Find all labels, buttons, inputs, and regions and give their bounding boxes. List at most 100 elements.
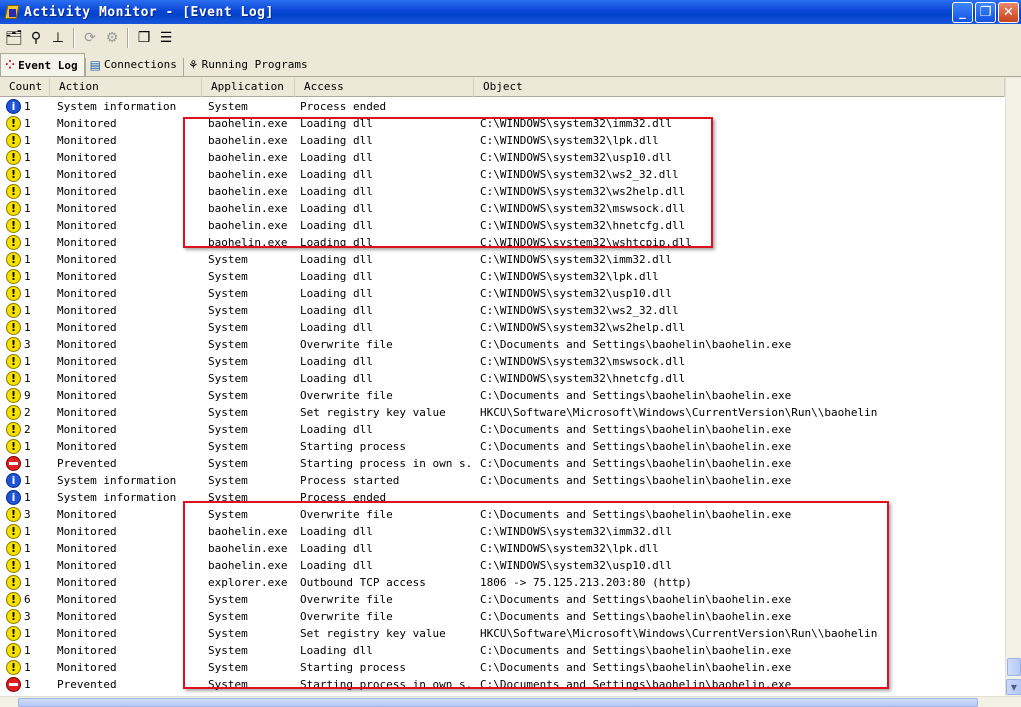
table-row[interactable]: ! 1 Monitored System Loading dll C:\WINDOWS\s… <box>0 285 1005 302</box>
cell-count: ! 1 <box>0 320 50 335</box>
column-header-count[interactable]: Count <box>0 78 50 97</box>
cell-action: Monitored <box>57 559 117 572</box>
count-value: 1 <box>24 100 31 113</box>
warning-icon: ! <box>6 643 21 658</box>
warning-icon: ! <box>6 405 21 420</box>
cell-object: C:\WINDOWS\system32\mswsock.dll <box>480 355 686 368</box>
tab-connections[interactable]: ▤ Connections <box>86 53 183 76</box>
cell-access: Process ended <box>300 100 387 113</box>
cell-action: Monitored <box>57 406 117 419</box>
minimize-button[interactable]: _ <box>952 2 973 23</box>
cell-application: System <box>208 440 248 453</box>
table-row[interactable]: ! 2 Monitored System Set registry key value H… <box>0 404 1005 421</box>
table-row[interactable]: ! 2 Monitored System Loading dll C:\Documents… <box>0 421 1005 438</box>
cell-count: ! 2 <box>0 405 50 420</box>
cell-count: ! 1 <box>0 524 50 539</box>
cell-access: Starting process <box>300 440 406 453</box>
cell-object: C:\Documents and Settings\baohelin\baohe… <box>480 338 792 351</box>
warning-icon: ! <box>6 558 21 573</box>
settings-icon[interactable]: ⚙ <box>101 27 123 49</box>
cell-access: Loading dll <box>300 321 373 334</box>
title-bar[interactable]: Activity Monitor - [Event Log] _ ❐ ✕ <box>0 0 1021 24</box>
count-value: 1 <box>24 287 31 300</box>
cell-access: Process started <box>300 474 400 487</box>
vertical-scrollbar[interactable]: ▼ <box>1005 78 1021 696</box>
cell-object: C:\WINDOWS\system32\hnetcfg.dll <box>480 372 686 385</box>
cell-object: C:\WINDOWS\system32\ws2help.dll <box>480 321 686 334</box>
maximize-button[interactable]: ❐ <box>975 2 996 23</box>
cell-count: ! 1 <box>0 626 50 641</box>
cell-count: ! 1 <box>0 303 50 318</box>
table-row[interactable]: i 1 System information System Process starte… <box>0 472 1005 489</box>
table-row[interactable]: 1 Prevented System Starting process in own … <box>0 455 1005 472</box>
activity-monitor-app-icon[interactable] <box>4 4 20 20</box>
tab-label: Connections <box>104 58 177 71</box>
cell-application: System <box>208 389 248 402</box>
cell-count: i1 <box>0 473 50 488</box>
cell-action: Monitored <box>57 423 117 436</box>
cell-action: Monitored <box>57 202 117 215</box>
close-button[interactable]: ✕ <box>998 2 1019 23</box>
cell-action: Monitored <box>57 304 117 317</box>
warning-icon: ! <box>6 201 21 216</box>
tab-event-log[interactable]: ⁘ Event Log <box>0 53 85 76</box>
properties-icon[interactable]: 🗂 <box>3 27 25 49</box>
cell-action: Monitored <box>57 321 117 334</box>
event-log-list[interactable]: Count Action Application Access Object i… <box>0 78 1005 696</box>
cell-count: ! 1 <box>0 116 50 131</box>
count-value: 1 <box>24 627 31 640</box>
column-header-application[interactable]: Application <box>202 78 295 97</box>
cell-count: ! 1 <box>0 252 50 267</box>
window-title: Activity Monitor - [Event Log] <box>24 4 274 20</box>
count-value: 3 <box>24 338 31 351</box>
tab-running-programs[interactable]: ⚘ Running Programs <box>184 53 314 76</box>
filter-icon[interactable]: ⊥ <box>47 27 69 49</box>
cascade-icon[interactable]: ❒ <box>133 27 155 49</box>
cell-access: Starting process in own s... <box>300 457 474 470</box>
table-row[interactable]: ! 1 Monitored System Loading dll C:\WINDOWS\s… <box>0 353 1005 370</box>
horizontal-scroll-thumb[interactable] <box>18 698 978 707</box>
cell-action: Monitored <box>57 117 117 130</box>
column-header-object[interactable]: Object <box>474 78 1005 97</box>
cell-object: C:\Documents and Settings\baohelin\baohe… <box>480 474 792 487</box>
cell-count: ! 3 <box>0 337 50 352</box>
column-header-access[interactable]: Access <box>295 78 474 97</box>
count-value: 1 <box>24 185 31 198</box>
table-row[interactable]: i 1 System information System Process ended <box>0 98 1005 115</box>
table-row[interactable]: ! 3 Monitored System Overwrite file C:\Docume… <box>0 336 1005 353</box>
refresh-icon[interactable]: ⟳ <box>79 27 101 49</box>
cell-action: Monitored <box>57 627 117 640</box>
count-value: 1 <box>24 474 31 487</box>
window-controls: _ ❐ ✕ <box>952 2 1019 23</box>
cell-application: System <box>208 355 248 368</box>
tile-icon[interactable]: ☰ <box>155 27 177 49</box>
table-row[interactable]: ! 1 Monitored System Loading dll C:\WINDOWS\s… <box>0 268 1005 285</box>
warning-icon: ! <box>6 320 21 335</box>
table-row[interactable]: ! 1 Monitored System Loading dll C:\WINDOWS\s… <box>0 251 1005 268</box>
chevron-down-icon: ▼ <box>1010 682 1018 692</box>
cell-count: ! 3 <box>0 609 50 624</box>
warning-icon: ! <box>6 354 21 369</box>
column-header-action[interactable]: Action <box>50 78 202 97</box>
count-value: 1 <box>24 151 31 164</box>
scroll-down-button[interactable]: ▼ <box>1006 679 1021 695</box>
count-value: 1 <box>24 491 31 504</box>
warning-icon: ! <box>6 422 21 437</box>
vertical-scroll-thumb[interactable] <box>1007 658 1021 676</box>
cell-count: ! 1 <box>0 643 50 658</box>
cell-application: System <box>208 253 248 266</box>
cell-object: C:\WINDOWS\system32\usp10.dll <box>480 287 673 300</box>
table-row[interactable]: ! 1 Monitored System Starting process C:\Docu… <box>0 438 1005 455</box>
count-value: 1 <box>24 117 31 130</box>
table-row[interactable]: ! 1 Monitored System Loading dll C:\WINDOWS\s… <box>0 370 1005 387</box>
warning-icon: ! <box>6 575 21 590</box>
table-row[interactable]: ! 1 Monitored System Loading dll C:\WINDOWS\s… <box>0 319 1005 336</box>
horizontal-scrollbar[interactable] <box>0 696 1021 707</box>
find-icon[interactable]: ⚲ <box>25 27 47 49</box>
warning-icon: ! <box>6 150 21 165</box>
warning-icon: ! <box>6 371 21 386</box>
table-row[interactable]: ! 1 Monitored System Loading dll C:\WINDOWS\s… <box>0 302 1005 319</box>
cell-access: Set registry key value <box>300 406 446 419</box>
restore-icon: ❐ <box>979 5 992 20</box>
table-row[interactable]: ! 9 Monitored System Overwrite file C:\Docume… <box>0 387 1005 404</box>
